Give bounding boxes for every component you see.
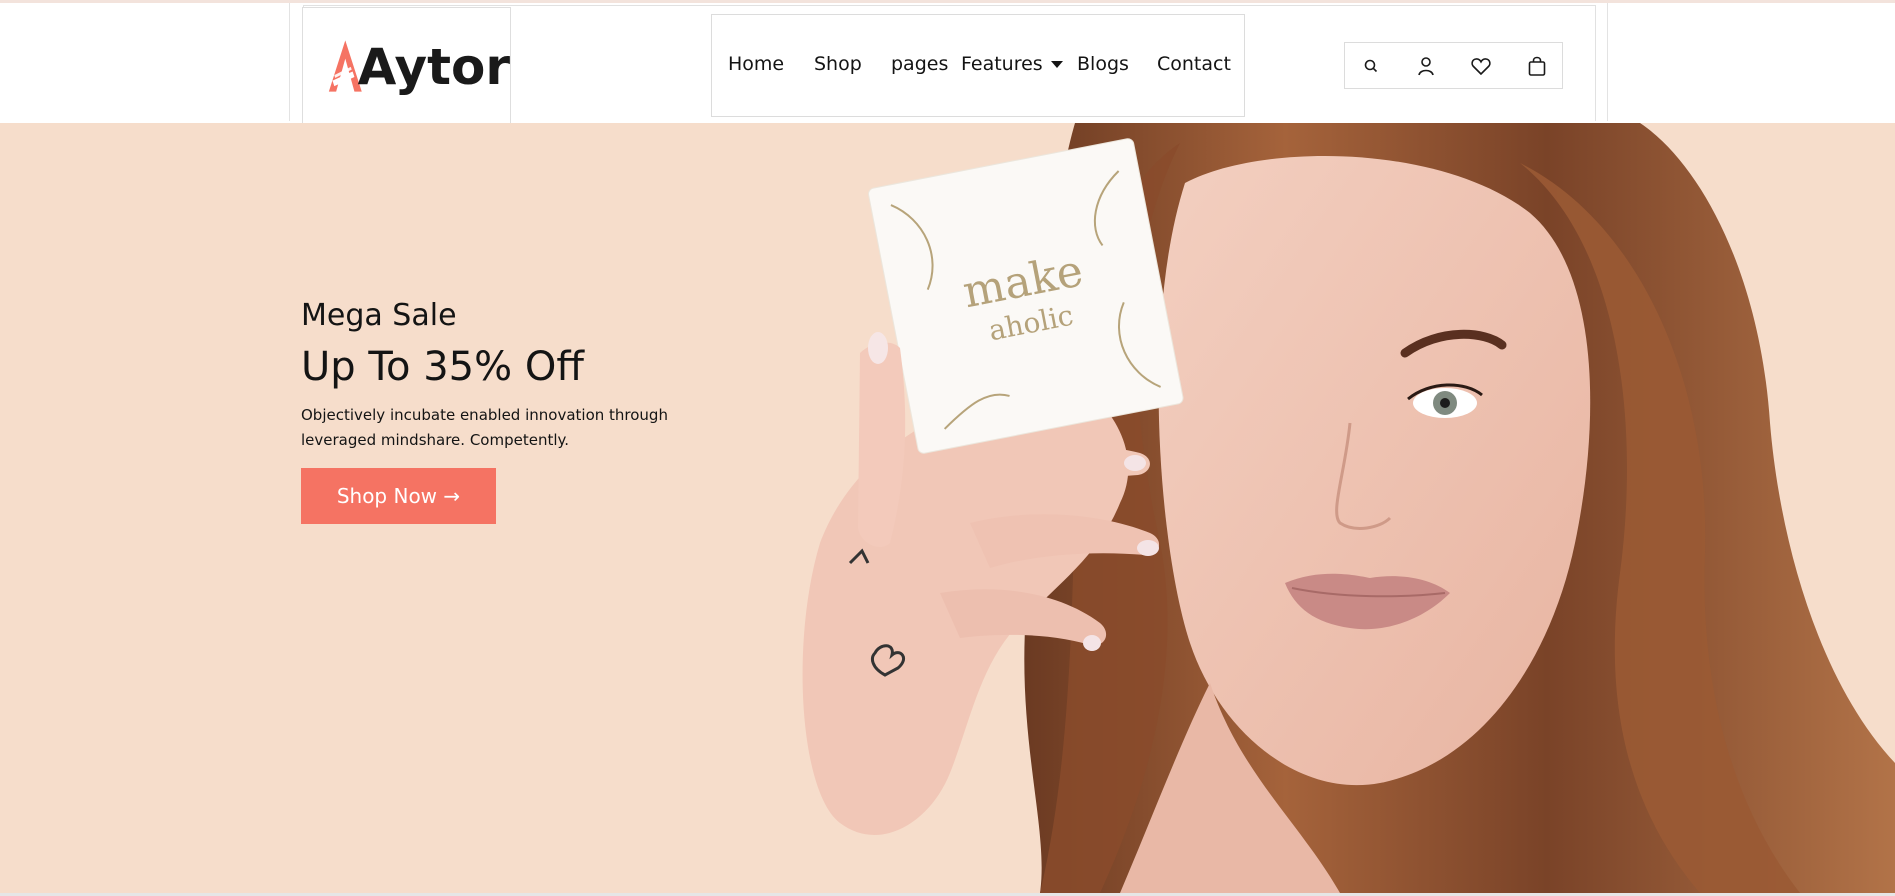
nav-item-blogs[interactable]: Blogs	[1077, 53, 1129, 75]
shop-now-button[interactable]: Shop Now →	[301, 468, 496, 524]
site-header: Aytor Home Shop pages Features Blogs Con…	[0, 3, 1895, 125]
header-actions	[1344, 42, 1563, 89]
nav-item-contact[interactable]: Contact	[1157, 53, 1231, 75]
search-icon[interactable]	[1359, 54, 1383, 78]
hero-eyebrow: Mega Sale	[301, 298, 457, 333]
nav-item-features[interactable]: Features	[961, 53, 1043, 75]
user-icon[interactable]	[1414, 54, 1438, 78]
nav-item-shop[interactable]: Shop	[814, 53, 862, 75]
shopping-bag-icon[interactable]	[1525, 54, 1549, 78]
chevron-down-icon	[1051, 61, 1063, 68]
logo-text: Aytor	[357, 38, 510, 96]
hero-model-image: make aholic	[802, 123, 1895, 893]
hero-title: Up To 35% Off	[301, 344, 584, 390]
nav-item-features-label: Features	[961, 53, 1043, 75]
heart-icon[interactable]	[1469, 54, 1493, 78]
hero-banner: make aholic Mega Sale Up To 35% Off Obje…	[0, 123, 1895, 893]
nav-item-pages[interactable]: pages	[891, 53, 948, 75]
hero-description: Objectively incubate enabled innovation …	[301, 406, 668, 449]
logo-link[interactable]: Aytor	[302, 7, 511, 125]
nav-item-home[interactable]: Home	[728, 53, 784, 75]
main-nav: Home Shop pages Features Blogs Contact	[711, 14, 1245, 117]
